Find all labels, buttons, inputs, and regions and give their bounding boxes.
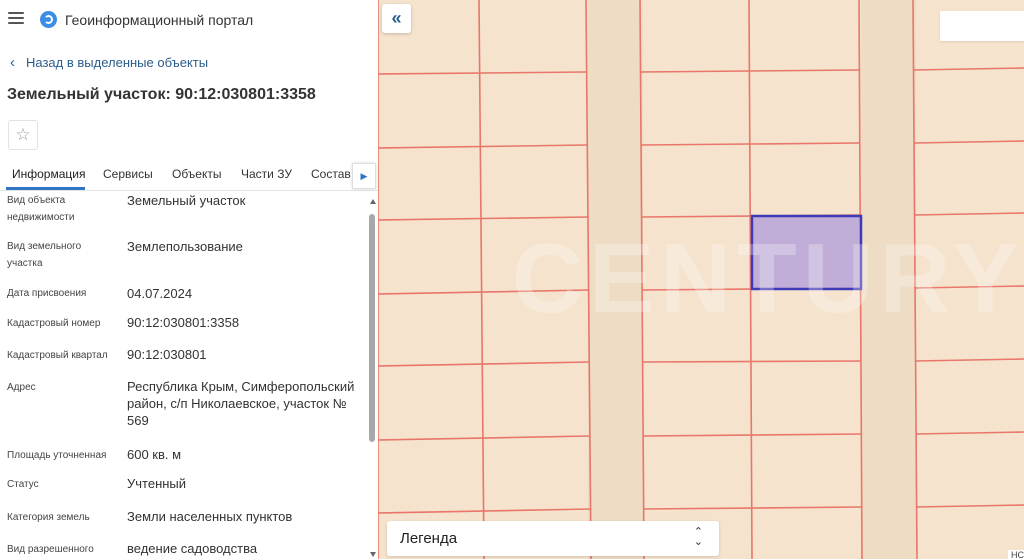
portal-logo-icon: [40, 11, 57, 28]
back-link-label: Назад в выделенные объекты: [26, 55, 209, 70]
tab-services[interactable]: Сервисы: [103, 167, 153, 181]
scrollbar-thumb[interactable]: [369, 214, 375, 442]
triangle-right-icon[interactable]: ▶: [352, 163, 376, 189]
watermark: CENTURY 21: [512, 223, 1024, 333]
active-tab-indicator: [6, 187, 85, 190]
legend-dropdown[interactable]: Легенда ⌃ ⌄: [387, 521, 719, 556]
property-label: Кадастровый номер: [7, 318, 101, 329]
property-label: Категория земель: [7, 512, 90, 523]
property-label: Адрес: [7, 382, 36, 393]
info-panel: Геоинформационный портал ‹ Назад в выдел…: [0, 0, 379, 559]
property-label: Площадь уточненная: [7, 450, 107, 461]
top-bar: Геоинформационный портал: [0, 0, 378, 40]
property-value: Земельный участок: [127, 193, 246, 208]
property-label: Кадастровый квартал: [7, 350, 108, 361]
sort-arrows-icon: ⌃ ⌄: [693, 526, 703, 548]
property-value: Республика Крым, Симферопольский район, …: [127, 379, 355, 428]
hamburger-icon[interactable]: [8, 12, 24, 26]
tab-parts[interactable]: Части ЗУ: [241, 167, 292, 181]
property-value: 04.07.2024: [127, 286, 193, 301]
property-value: 600 кв. м: [127, 447, 182, 462]
double-chevron-left-icon[interactable]: «: [382, 4, 411, 33]
property-label: Вид разрешенного: [7, 544, 94, 555]
tab-bar: Информация Сервисы Объекты Части ЗУ Сост…: [0, 160, 378, 191]
property-value: ведение садоводства: [127, 541, 258, 556]
star-icon[interactable]: ☆: [8, 120, 38, 150]
property-label: Вид объекта недвижимости: [7, 195, 75, 223]
property-value: Учтенный: [127, 476, 187, 491]
tab-composition[interactable]: Состав: [311, 167, 351, 181]
chevron-left-icon: ‹: [10, 54, 15, 71]
map-search-input[interactable]: [940, 11, 1024, 41]
tab-info[interactable]: Информация: [12, 167, 85, 181]
property-value: 90:12:030801: [127, 347, 207, 362]
tab-objects[interactable]: Объекты: [172, 167, 222, 181]
scroll-down-icon[interactable]: [370, 552, 376, 557]
property-label: Статус: [7, 479, 39, 490]
property-value: 90:12:030801:3358: [127, 315, 240, 330]
back-link[interactable]: ‹ Назад в выделенные объекты: [10, 54, 208, 71]
legend-label: Легенда: [400, 530, 458, 547]
property-value: Земли населенных пунктов: [127, 509, 293, 524]
property-value: Землепользование: [127, 239, 243, 254]
property-label: Вид земельного участка: [7, 241, 82, 269]
object-title: Земельный участок: 90:12:030801:3358: [7, 86, 316, 103]
portal-title: Геоинформационный портал: [65, 12, 254, 28]
scroll-up-icon[interactable]: [370, 199, 376, 204]
property-label: Дата присвоения: [7, 288, 87, 299]
